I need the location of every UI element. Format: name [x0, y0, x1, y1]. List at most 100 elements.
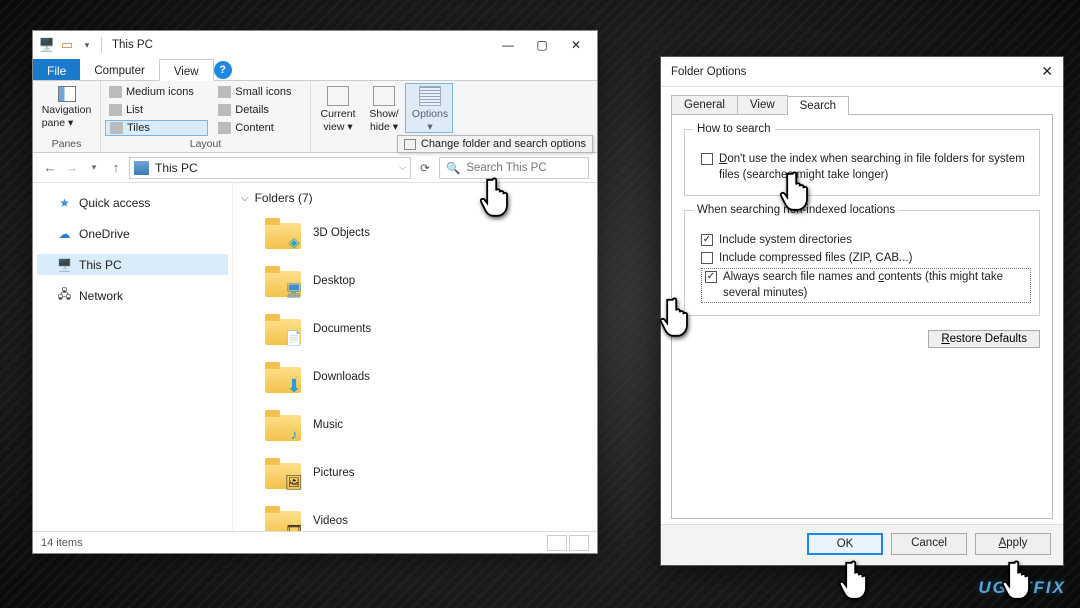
dialog-tab-general[interactable]: General	[671, 95, 738, 114]
navigation-pane-label: Navigationpane ▾	[42, 104, 92, 129]
search-placeholder: Search This PC	[466, 162, 546, 174]
dialog-tab-search[interactable]: Search	[787, 96, 849, 115]
video-icon: 🎞	[285, 522, 303, 531]
sidebar-item-this-pc[interactable]: 🖥️This PC	[37, 254, 228, 275]
qat-dropdown-icon[interactable]: ▾	[79, 37, 95, 53]
window-title: This PC	[112, 39, 153, 51]
layout-options: Medium icons Small icons List Details Ti…	[105, 84, 306, 136]
folder-options-dialog: Folder Options ✕ General View Search How…	[660, 56, 1064, 566]
forward-button[interactable]: →	[63, 160, 81, 175]
navigation-pane-icon	[58, 86, 76, 102]
cube-icon: ◈	[285, 234, 303, 250]
layout-content[interactable]: Content	[214, 120, 306, 136]
chk-compressed[interactable]: Include compressed files (ZIP, CAB...)	[701, 251, 1031, 267]
nav-sidebar: ★Quick access ☁OneDrive 🖥️This PC 🖧Netwo…	[33, 183, 233, 531]
folder-desktop[interactable]: 🖥Desktop	[241, 259, 589, 307]
dialog-buttons: OK Cancel Apply	[661, 524, 1063, 565]
layout-medium-icons[interactable]: Medium icons	[105, 84, 208, 100]
tab-view[interactable]: View	[159, 59, 214, 81]
tab-computer[interactable]: Computer	[80, 59, 159, 80]
back-button[interactable]: ←	[41, 160, 59, 175]
tab-file[interactable]: File	[33, 59, 80, 80]
watermark: UGƎTFIX	[978, 578, 1066, 598]
search-input[interactable]: 🔍 Search This PC	[439, 157, 589, 179]
qat-item-icon[interactable]: ▭	[59, 37, 75, 53]
cancel-button[interactable]: Cancel	[891, 533, 967, 555]
panes-group-label: Panes	[37, 137, 96, 152]
recent-locations-icon[interactable]: ▾	[85, 162, 103, 173]
this-pc-icon: 🖥️	[39, 37, 55, 53]
layout-small-icons[interactable]: Small icons	[214, 84, 306, 100]
folder-videos[interactable]: 🎞Videos	[241, 499, 589, 531]
titlebar: 🖥️ ▭ ▾ This PC — ▢ ✕	[33, 31, 597, 59]
how-to-search-group: How to search Don't use the index when s…	[684, 129, 1040, 196]
view-details-button[interactable]	[547, 535, 567, 551]
dialog-titlebar: Folder Options ✕	[661, 57, 1063, 87]
folder-pictures[interactable]: 🖼Pictures	[241, 451, 589, 499]
folders-header[interactable]: ⌵Folders (7)	[241, 189, 589, 211]
dialog-tab-view[interactable]: View	[737, 95, 788, 114]
layout-tiles[interactable]: Tiles	[105, 120, 208, 136]
file-explorer-window: 🖥️ ▭ ▾ This PC — ▢ ✕ File Computer View …	[32, 30, 598, 554]
sidebar-item-onedrive[interactable]: ☁OneDrive	[37, 223, 228, 244]
apply-button[interactable]: Apply	[975, 533, 1051, 555]
layout-list[interactable]: List	[105, 102, 208, 118]
show-hide-button[interactable]: Show/hide ▾	[361, 84, 407, 133]
music-note-icon: ♪	[285, 426, 303, 442]
chk-system-dirs[interactable]: ✓ Include system directories	[701, 233, 1031, 249]
chevron-down-icon: ⌵	[241, 193, 249, 204]
ribbon-tabs: File Computer View ?	[33, 59, 597, 81]
help-icon[interactable]: ?	[214, 61, 232, 79]
search-tab-panel: How to search Don't use the index when s…	[671, 115, 1053, 519]
dialog-close-button[interactable]: ✕	[1041, 63, 1053, 80]
pc-icon: 🖥️	[57, 257, 72, 272]
dialog-tabs: General View Search	[671, 95, 1053, 115]
maximize-button[interactable]: ▢	[525, 33, 559, 57]
onedrive-icon: ☁	[57, 226, 72, 241]
non-indexed-group: When searching non-indexed locations ✓ I…	[684, 210, 1040, 316]
folder-content: ⌵Folders (7) ◈3D Objects 🖥Desktop 📄Docum…	[233, 183, 597, 531]
refresh-button[interactable]: ⟳	[415, 161, 435, 175]
sidebar-item-network[interactable]: 🖧Network	[37, 285, 228, 306]
folder-downloads[interactable]: ⬇Downloads	[241, 355, 589, 403]
folder-options-icon	[404, 139, 416, 150]
folder-music[interactable]: ♪Music	[241, 403, 589, 451]
chk-no-index[interactable]: Don't use the index when searching in fi…	[701, 152, 1031, 183]
minimize-button[interactable]: —	[491, 33, 525, 57]
folder-documents[interactable]: 📄Documents	[241, 307, 589, 355]
checkbox-checked-icon: ✓	[705, 271, 717, 283]
address-dropdown-icon[interactable]: ⌵	[399, 162, 406, 173]
chk-always-search[interactable]: ✓ Always search file names and contents …	[701, 268, 1031, 303]
options-button[interactable]: Options▾	[407, 84, 453, 133]
options-icon	[419, 86, 441, 106]
document-icon: 📄	[285, 330, 303, 346]
non-indexed-legend: When searching non-indexed locations	[693, 204, 899, 216]
star-icon: ★	[57, 195, 72, 210]
navigation-pane-button[interactable]: Navigationpane ▾	[37, 84, 96, 131]
close-button[interactable]: ✕	[559, 33, 593, 57]
up-button[interactable]: ↑	[107, 160, 125, 175]
picture-icon: 🖼	[285, 474, 303, 490]
search-icon: 🔍	[446, 161, 460, 175]
layout-details[interactable]: Details	[214, 102, 306, 118]
address-bar: ← → ▾ ↑ This PC ⌵ ⟳ 🔍 Search This PC	[33, 153, 597, 183]
folder-3d-objects[interactable]: ◈3D Objects	[241, 211, 589, 259]
address-input[interactable]: This PC ⌵	[129, 157, 411, 179]
sidebar-item-quick-access[interactable]: ★Quick access	[37, 192, 228, 213]
checkbox-checked-icon: ✓	[701, 234, 713, 246]
this-pc-address-icon	[134, 161, 149, 175]
status-bar: 14 items	[33, 531, 597, 553]
options-tooltip[interactable]: Change folder and search options	[397, 135, 593, 153]
show-hide-icon	[373, 86, 395, 106]
address-text: This PC	[155, 161, 198, 175]
ribbon: Navigationpane ▾ Panes Medium icons Smal…	[33, 81, 597, 153]
ok-button[interactable]: OK	[807, 533, 883, 555]
checkbox-icon	[701, 252, 713, 264]
current-view-button[interactable]: Currentview ▾	[315, 84, 361, 133]
layout-group-label: Layout	[105, 137, 306, 152]
checkbox-icon	[701, 153, 713, 165]
view-large-button[interactable]	[569, 535, 589, 551]
desktop-icon: 🖥	[285, 282, 303, 298]
restore-defaults-button[interactable]: Restore Defaults	[928, 330, 1040, 348]
current-view-icon	[327, 86, 349, 106]
